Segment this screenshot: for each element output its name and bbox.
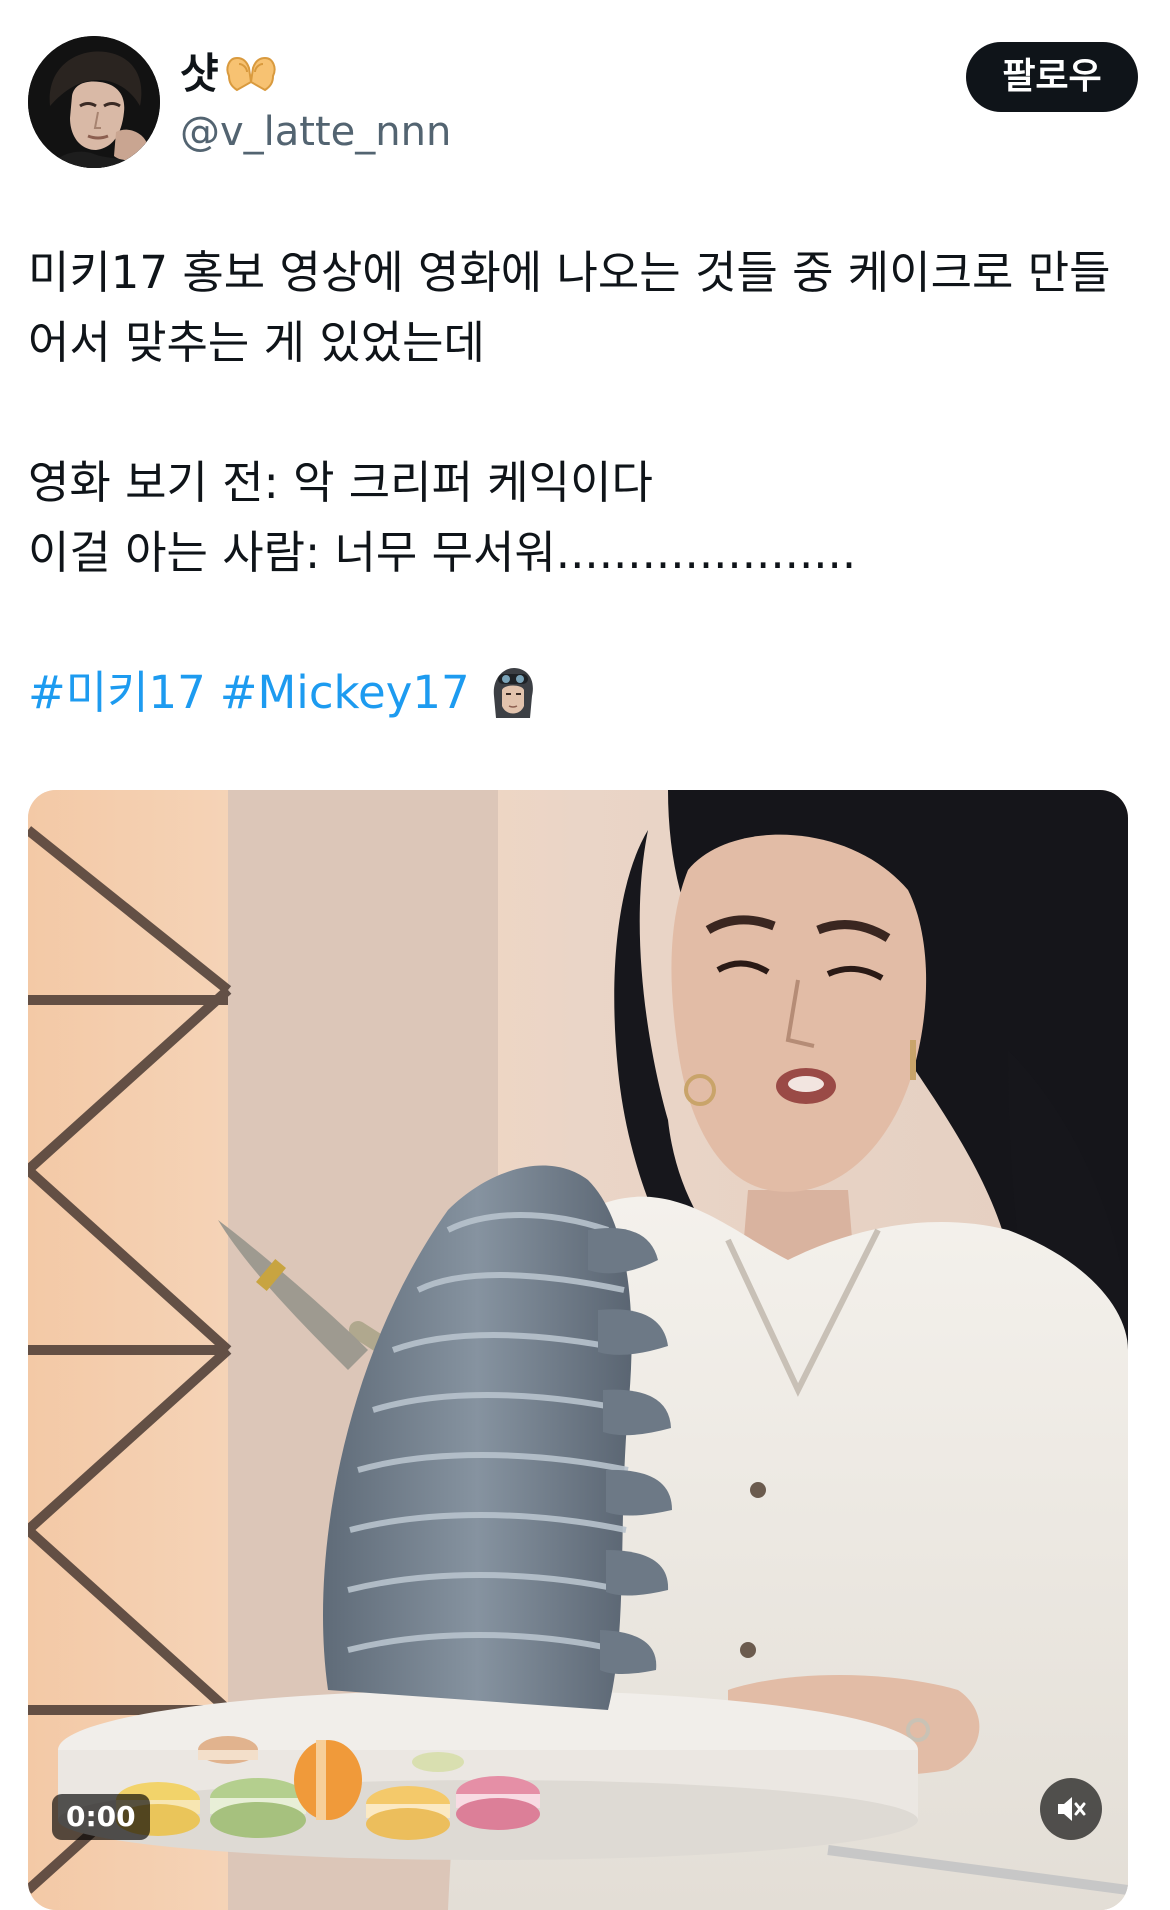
- user-handle[interactable]: @v_latte_nnn: [180, 108, 451, 156]
- mickey17-hashflag-icon: [486, 666, 540, 720]
- avatar[interactable]: [28, 36, 160, 168]
- tweet-text: 미키17 홍보 영상에 영화에 나오는 것들 중 케이크로 만들 어서 맞추는 …: [28, 238, 1140, 728]
- hashtag-mickey17-korean[interactable]: #미키17: [28, 658, 206, 728]
- tweet-line: 이걸 아는 사람: 너무 무서워.....................: [28, 526, 857, 579]
- display-name[interactable]: 샷: [180, 50, 279, 98]
- video-player[interactable]: 0:00: [28, 790, 1128, 1910]
- follow-button[interactable]: 팔로우: [966, 42, 1138, 112]
- display-name-text: 샷: [180, 49, 219, 98]
- video-timestamp: 0:00: [52, 1794, 150, 1840]
- tweet-line: 미키17 홍보 영상에 영화에 나오는 것들 중 케이크로 만들: [28, 246, 1111, 299]
- tweet-line: 어서 맞추는 게 있었는데: [28, 316, 485, 369]
- heart-hands-icon: [223, 52, 279, 96]
- tweet-line: 영화 보기 전: 악 크리퍼 케익이다: [28, 456, 653, 509]
- video-frame: [28, 790, 1128, 1910]
- hashtag-mickey17[interactable]: #Mickey17: [220, 658, 470, 728]
- speaker-muted-icon: [1054, 1792, 1088, 1826]
- mute-button[interactable]: [1040, 1778, 1102, 1840]
- hashtag-row: #미키17 #Mickey17: [28, 658, 1140, 728]
- tweet-header: 샷 @v_latte_nnn 팔로우: [28, 36, 1138, 170]
- profile-photo-icon: [28, 36, 160, 168]
